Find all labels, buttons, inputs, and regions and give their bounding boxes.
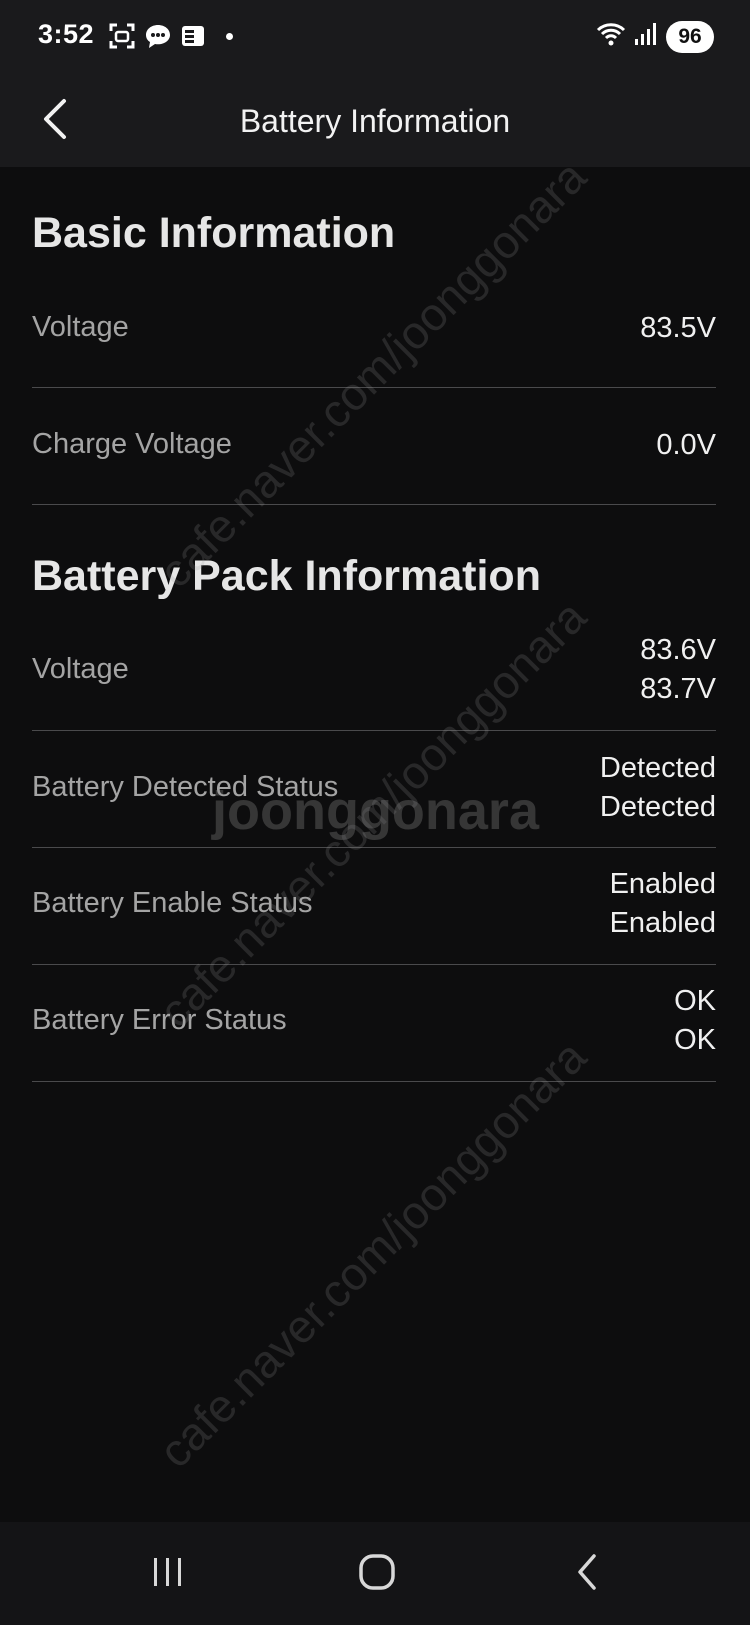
notification-icons xyxy=(108,22,233,50)
row-label: Charge Voltage xyxy=(32,428,232,460)
row-values: Enabled Enabled xyxy=(610,865,716,943)
row-value: OK xyxy=(674,985,716,1017)
system-nav-bar xyxy=(0,1522,750,1625)
home-icon xyxy=(357,1552,397,1597)
back-icon xyxy=(572,1552,602,1597)
home-button[interactable] xyxy=(342,1544,412,1604)
row-value: Detected xyxy=(599,752,716,784)
nav-back-button[interactable] xyxy=(552,1544,622,1604)
chevron-left-icon xyxy=(38,97,70,146)
detected-status-row: Battery Detected Status Detected Detecte… xyxy=(32,731,716,848)
row-value: Detected xyxy=(599,791,716,823)
row-value: Enabled xyxy=(609,907,716,939)
row-label: Battery Error Status xyxy=(32,1004,287,1036)
row-values: Detected Detected xyxy=(600,749,716,827)
basic-voltage-row: Voltage 83.5V xyxy=(32,272,716,388)
error-status-row: Battery Error Status OK OK xyxy=(32,965,716,1082)
pack-voltage-row: Voltage 83.6V 83.7V xyxy=(32,614,716,731)
pack-info-heading: Battery Pack Information xyxy=(32,552,541,600)
row-label: Battery Detected Status xyxy=(32,771,339,803)
back-button[interactable] xyxy=(22,89,86,153)
row-value: 83.7V xyxy=(640,673,716,705)
row-value: OK xyxy=(674,1024,716,1056)
row-value: Enabled xyxy=(609,868,716,900)
row-values: 0.0V xyxy=(656,426,716,465)
row-label: Voltage xyxy=(32,653,129,685)
row-label: Battery Enable Status xyxy=(32,887,313,919)
row-value: 0.0V xyxy=(656,429,716,461)
status-bar: 3:52 96 xyxy=(0,0,750,75)
system-icons: 96 xyxy=(596,20,714,53)
row-values: OK OK xyxy=(674,982,716,1060)
row-label: Voltage xyxy=(32,311,129,343)
status-time: 3:52 xyxy=(38,19,95,49)
row-value: 83.6V xyxy=(640,634,716,666)
signal-bars-icon xyxy=(634,21,658,52)
app-bar: Battery Information xyxy=(0,75,750,167)
recent-apps-icon xyxy=(150,1554,186,1595)
chat-bubble-icon xyxy=(144,22,172,50)
battery-info-content: Basic Information Voltage 83.5V Charge V… xyxy=(0,167,750,1522)
battery-level-badge: 96 xyxy=(666,20,714,53)
page-title: Battery Information xyxy=(239,103,511,139)
row-value: 83.5V xyxy=(640,312,716,344)
news-icon xyxy=(180,23,206,49)
recent-apps-button[interactable] xyxy=(133,1544,203,1604)
row-values: 83.5V xyxy=(640,309,716,348)
screenshot-icon xyxy=(108,22,136,50)
enable-status-row: Battery Enable Status Enabled Enabled xyxy=(32,848,716,965)
wifi-icon xyxy=(596,20,626,53)
basic-info-heading: Basic Information xyxy=(32,209,396,257)
charge-voltage-row: Charge Voltage 0.0V xyxy=(32,388,716,505)
more-notifications-dot xyxy=(226,32,233,40)
row-values: 83.6V 83.7V xyxy=(640,631,716,709)
